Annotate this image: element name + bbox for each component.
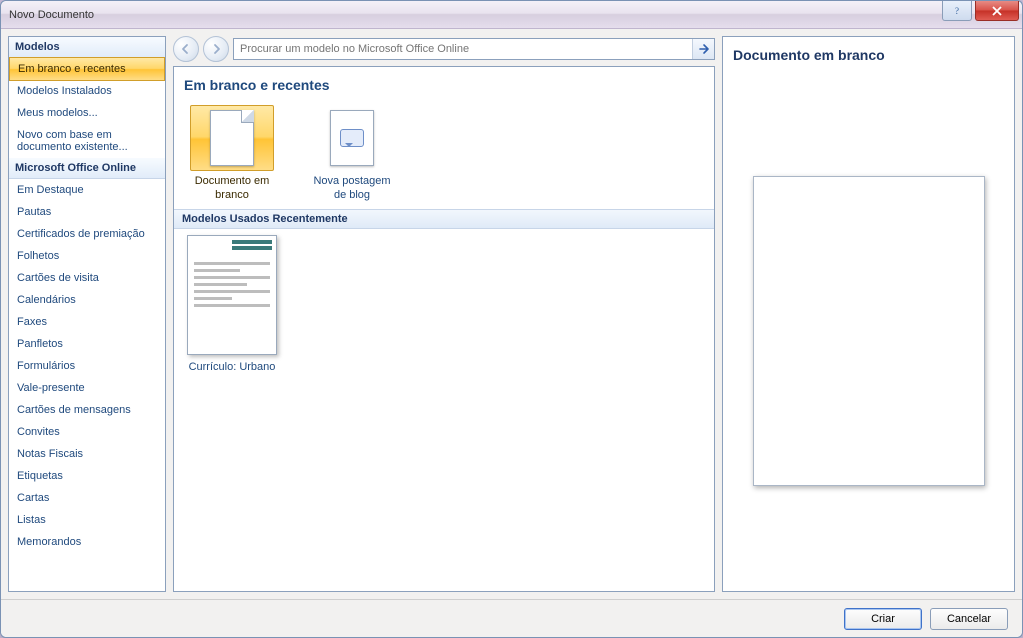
sidebar-item-brochures[interactable]: Folhetos [9, 245, 165, 267]
template-sidebar: Modelos Em branco e recentes Modelos Ins… [8, 36, 166, 592]
sidebar-item-letters[interactable]: Cartas [9, 487, 165, 509]
sidebar-item-forms[interactable]: Formulários [9, 355, 165, 377]
sidebar-item-blank-recent[interactable]: Em branco e recentes [9, 57, 165, 81]
template-thumbnail [187, 235, 277, 355]
titlebar-buttons: ? [942, 1, 1022, 21]
titlebar: Novo Documento ? [1, 1, 1022, 29]
sidebar-item-labels[interactable]: Etiquetas [9, 465, 165, 487]
sidebar-item-installed[interactable]: Modelos Instalados [9, 80, 165, 102]
sidebar-scroll[interactable]: Modelos Em branco e recentes Modelos Ins… [9, 37, 165, 591]
dialog-footer: Criar Cancelar [1, 599, 1022, 637]
tile-new-blog-post[interactable]: Nova postagem de blog [304, 105, 400, 203]
section-title: Em branco e recentes [174, 67, 714, 99]
sidebar-item-business-cards[interactable]: Cartões de visita [9, 267, 165, 289]
sidebar-item-from-existing[interactable]: Novo com base em documento existente... [9, 124, 165, 158]
preview-page [753, 176, 985, 486]
cancel-button[interactable]: Cancelar [930, 608, 1008, 630]
blank-document-icon [190, 105, 274, 171]
nav-row [173, 36, 715, 62]
tile-blank-document[interactable]: Documento em branco [184, 105, 280, 203]
sidebar-item-my-templates[interactable]: Meus modelos... [9, 102, 165, 124]
preview-page-wrap [723, 71, 1014, 591]
sidebar-item-flyers[interactable]: Panfletos [9, 333, 165, 355]
sidebar-item-calendars[interactable]: Calendários [9, 289, 165, 311]
main-row: Modelos Em branco e recentes Modelos Ins… [1, 29, 1022, 599]
blog-post-icon [310, 105, 394, 171]
dialog-body: Modelos Em branco e recentes Modelos Ins… [1, 29, 1022, 637]
preview-title: Documento em branco [723, 37, 1014, 71]
nav-back-button[interactable] [173, 36, 199, 62]
templates-content: Em branco e recentes Documento em branco [173, 66, 715, 592]
sidebar-item-faxes[interactable]: Faxes [9, 311, 165, 333]
sidebar-header-online: Microsoft Office Online [9, 158, 165, 179]
sidebar-item-lists[interactable]: Listas [9, 509, 165, 531]
sidebar-item-greeting-cards[interactable]: Cartões de mensagens [9, 399, 165, 421]
sidebar-item-invoices[interactable]: Notas Fiscais [9, 443, 165, 465]
close-button[interactable] [975, 1, 1019, 21]
window-title: Novo Documento [9, 9, 94, 21]
sidebar-item-memos[interactable]: Memorandos [9, 531, 165, 553]
help-button[interactable]: ? [942, 1, 972, 21]
sidebar-header-templates: Modelos [9, 37, 165, 58]
search-box [233, 38, 715, 60]
sidebar-item-agendas[interactable]: Pautas [9, 201, 165, 223]
svg-text:?: ? [955, 6, 959, 16]
sidebar-item-award-certs[interactable]: Certificados de premiação [9, 223, 165, 245]
search-go-button[interactable] [692, 39, 714, 59]
create-button[interactable]: Criar [844, 608, 922, 630]
recent-header: Modelos Usados Recentemente [174, 209, 714, 229]
sidebar-item-gift-cert[interactable]: Vale-presente [9, 377, 165, 399]
sidebar-item-featured[interactable]: Em Destaque [9, 179, 165, 201]
recent-template-urban-resume[interactable]: Currículo: Urbano [184, 235, 280, 375]
search-input[interactable] [234, 39, 692, 59]
preview-pane: Documento em branco [722, 36, 1015, 592]
recent-row: Currículo: Urbano [174, 229, 714, 381]
tile-label: Documento em branco [184, 175, 280, 203]
tile-label: Nova postagem de blog [304, 175, 400, 203]
sidebar-item-invitations[interactable]: Convites [9, 421, 165, 443]
new-document-dialog: Novo Documento ? Modelos Em branco e rec… [0, 0, 1023, 638]
tiles-row: Documento em branco Nova postagem de blo… [174, 99, 714, 209]
center-panel: Em branco e recentes Documento em branco [173, 36, 715, 592]
recent-template-label: Currículo: Urbano [187, 361, 278, 375]
nav-forward-button[interactable] [203, 36, 229, 62]
